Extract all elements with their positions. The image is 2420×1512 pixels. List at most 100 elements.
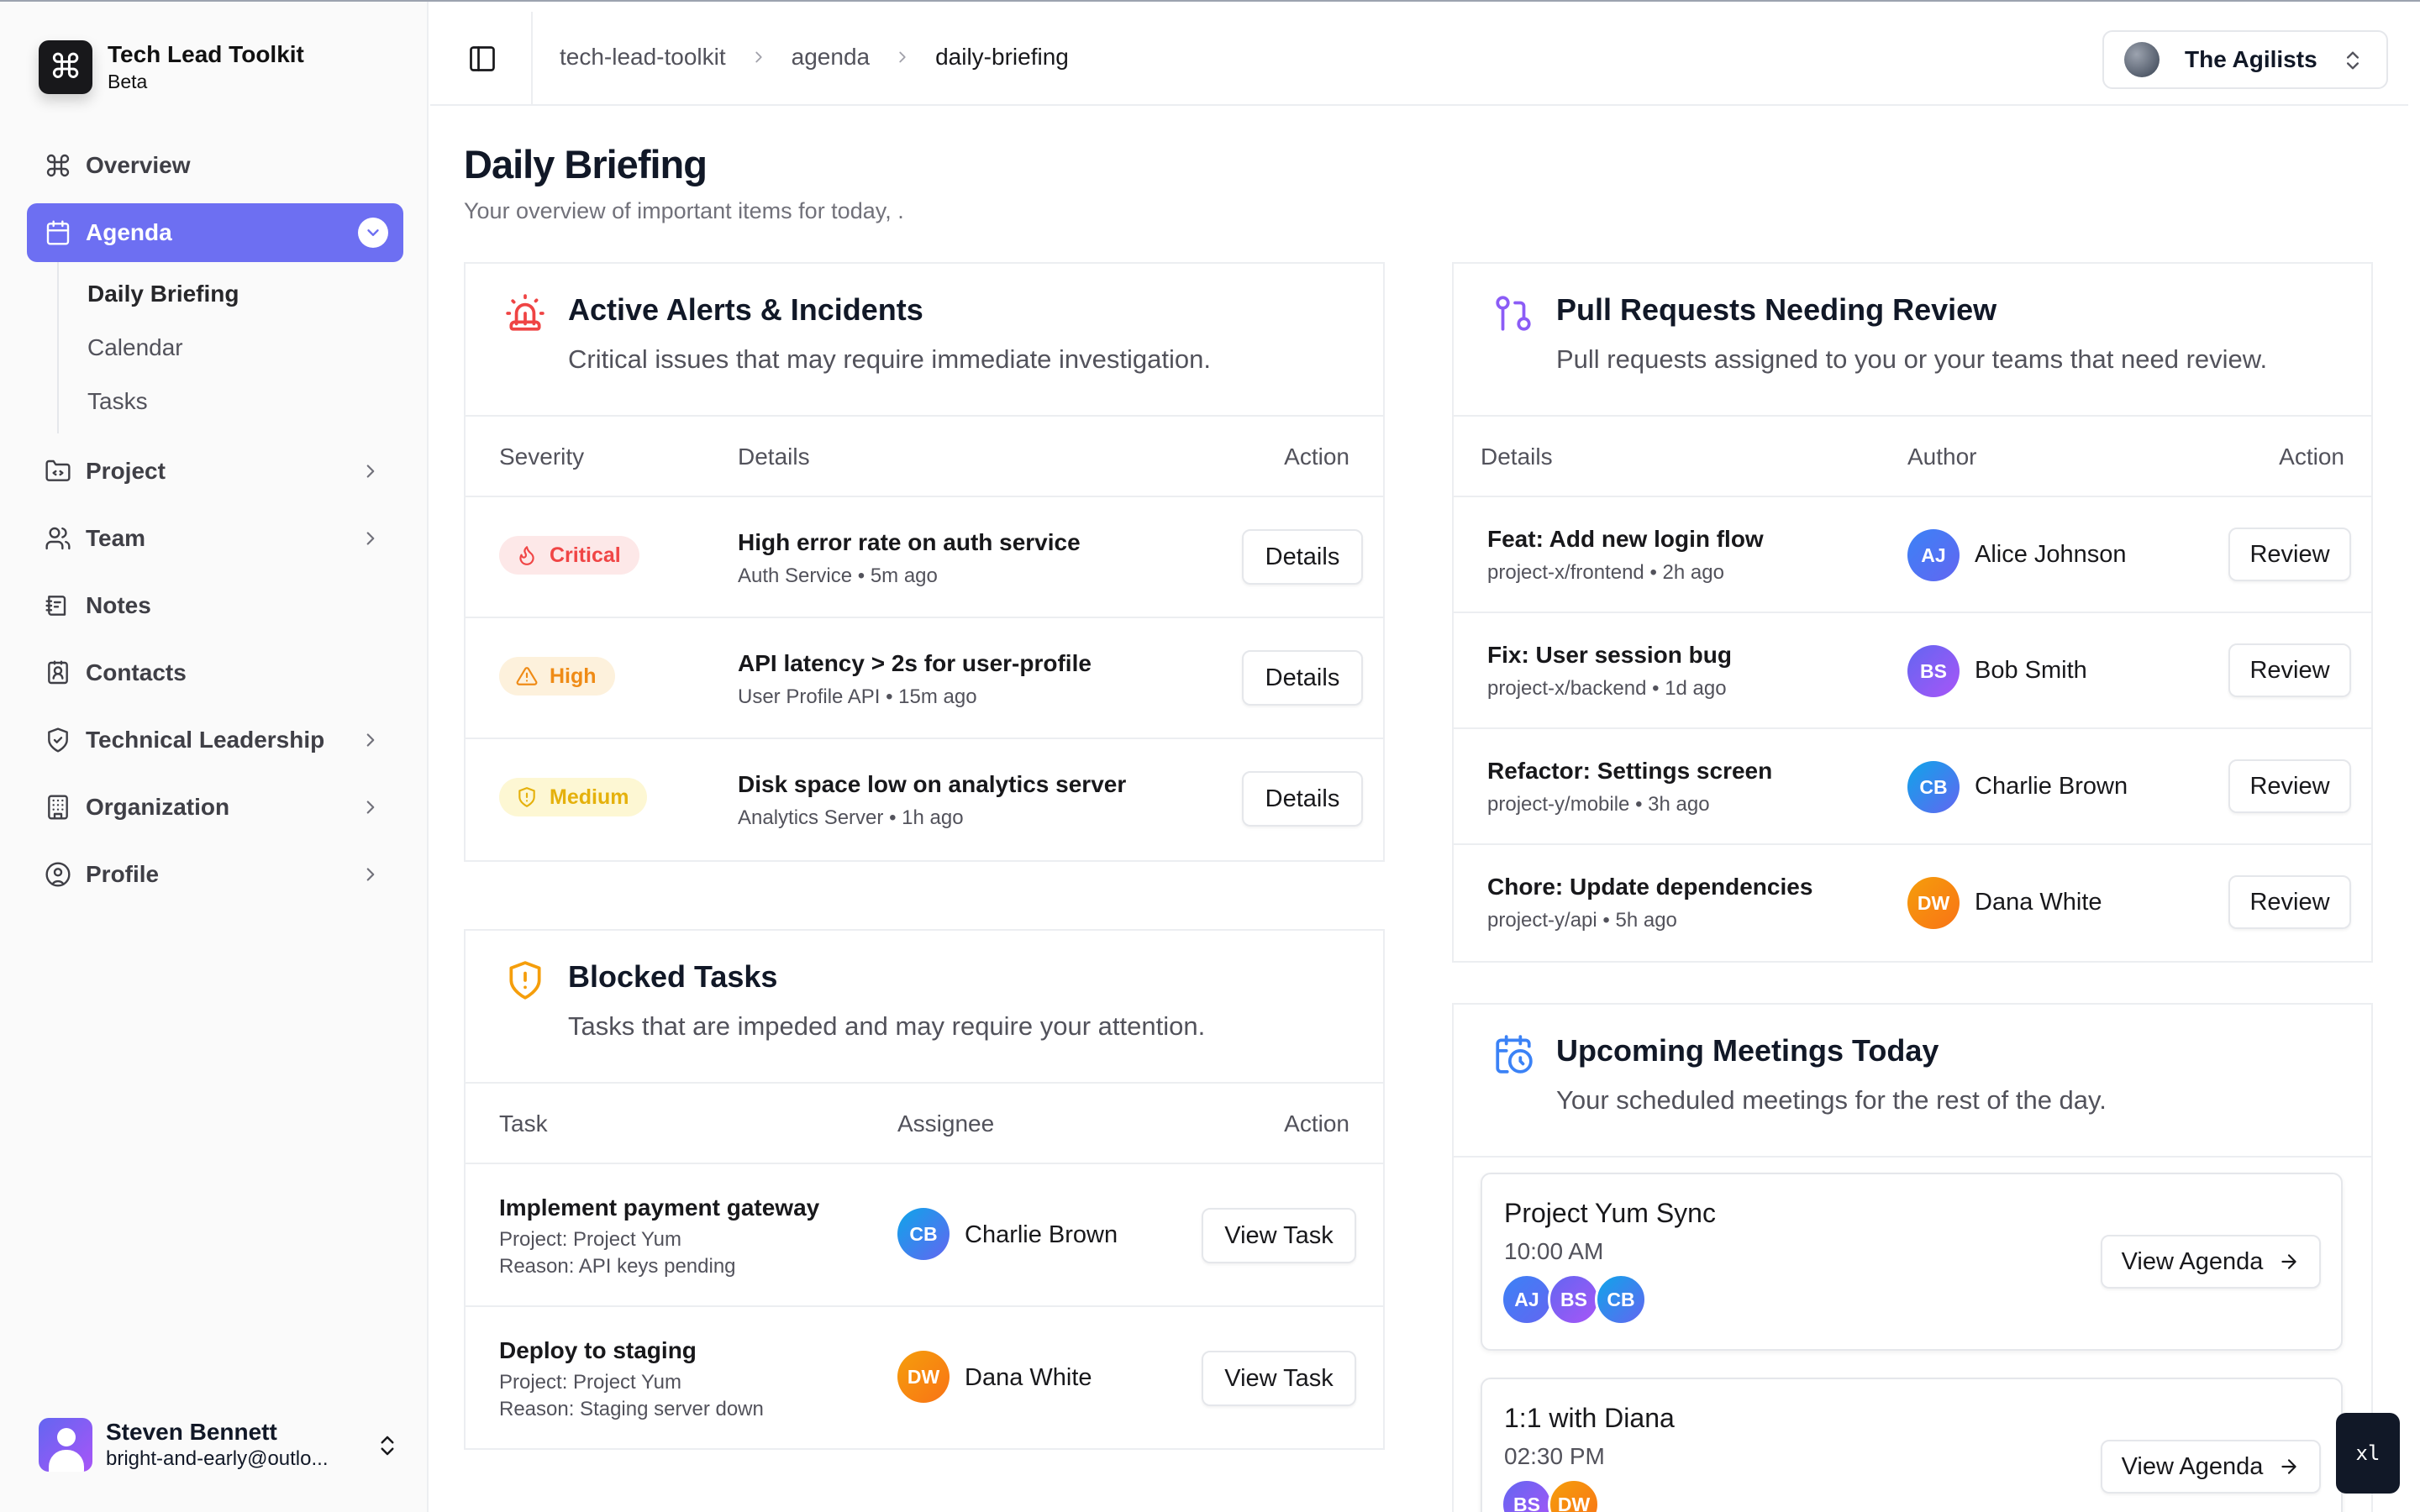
warning-triangle-icon (516, 667, 538, 685)
team-switcher[interactable]: The Agilists (2102, 30, 2388, 89)
sidebar-item-label: Project (86, 458, 166, 484)
review-button[interactable]: Review (2228, 875, 2351, 929)
siren-icon (506, 294, 544, 331)
table-row: Critical High error rate on auth service… (466, 497, 1383, 618)
table-row: High API latency > 2s for user-profile U… (466, 618, 1383, 739)
sidebar-item-contacts[interactable]: Contacts (27, 643, 403, 702)
breadcrumb-item[interactable]: agenda (792, 44, 870, 71)
avatar: CB (1907, 761, 1960, 813)
alert-title: API latency > 2s for user-profile (738, 650, 1092, 676)
alert-meta: Auth Service • 5m ago (738, 564, 938, 587)
alerts-title: Active Alerts & Incidents (568, 292, 923, 327)
chevron-right-icon (755, 51, 762, 63)
team-name: The Agilists (2185, 46, 2317, 72)
chevron-down-icon[interactable] (358, 218, 388, 248)
app-window: ⌘ Tech Lead Toolkit Beta Overview Agenda (0, 0, 2420, 1512)
brand[interactable]: ⌘ Tech Lead Toolkit Beta (39, 40, 304, 94)
view-task-button[interactable]: View Task (1202, 1208, 1356, 1263)
table-row: Implement payment gateway Project: Proje… (466, 1164, 1383, 1307)
severity-badge-medium: Medium (499, 778, 648, 816)
alert-meta: Analytics Server • 1h ago (738, 806, 964, 829)
calendar-clock-icon (1496, 1035, 1533, 1074)
contact-card-icon (44, 659, 72, 687)
view-agenda-button[interactable]: View Agenda (2101, 1440, 2321, 1494)
top-header: tech-lead-toolkit agenda daily-briefing … (430, 12, 2408, 106)
team-avatar (2124, 42, 2160, 77)
meetings-description: Your scheduled meetings for the rest of … (1556, 1085, 2107, 1115)
subnav-item-calendar[interactable]: Calendar (87, 321, 403, 375)
breadcrumb-current: daily-briefing (935, 44, 1069, 70)
details-button[interactable]: Details (1242, 650, 1363, 706)
avatar: DW (897, 1351, 950, 1403)
alert-meta: User Profile API • 15m ago (738, 685, 977, 708)
task-title: Deploy to staging (499, 1337, 697, 1363)
task-title: Implement payment gateway (499, 1194, 820, 1221)
avatar: BS (1907, 645, 1960, 697)
sidebar-item-label: Overview (86, 152, 191, 178)
page-title: Daily Briefing (464, 142, 708, 186)
alerts-card: Active Alerts & Incidents Critical issue… (464, 262, 1385, 862)
sidebar-item-notes[interactable]: Notes (27, 576, 403, 635)
author-name: Bob Smith (1975, 657, 2087, 684)
subnav-item-tasks[interactable]: Tasks (87, 375, 403, 428)
review-button[interactable]: Review (2228, 643, 2351, 697)
review-button[interactable]: Review (2228, 528, 2351, 581)
author-name: Alice Johnson (1975, 541, 2127, 568)
pull-requests-card: Pull Requests Needing Review Pull reques… (1452, 262, 2373, 963)
user-name: Steven Bennett (106, 1419, 277, 1445)
task-project: Project: Project Yum (499, 1228, 681, 1251)
sidebar-toggle-icon[interactable] (467, 44, 497, 74)
pr-meta: project-y/mobile • 3h ago (1487, 793, 1710, 816)
details-button[interactable]: Details (1242, 529, 1363, 585)
severity-badge-high: High (499, 657, 615, 696)
avatar (39, 1418, 92, 1472)
pr-title: Fix: User session bug (1487, 642, 1732, 668)
avatar: AJ (1907, 529, 1960, 581)
app-title: Tech Lead Toolkit (108, 41, 304, 67)
chevron-right-icon (899, 51, 906, 63)
sidebar-item-label: Agenda (86, 219, 172, 245)
details-button[interactable]: Details (1242, 771, 1363, 827)
alerts-description: Critical issues that may require immedia… (568, 344, 1211, 374)
user-menu[interactable]: Steven Bennett bright-and-early@outlo... (39, 1418, 400, 1472)
chevron-right-icon (366, 733, 375, 747)
sidebar-item-overview[interactable]: Overview (27, 136, 403, 195)
meetings-title: Upcoming Meetings Today (1556, 1033, 1939, 1068)
column-header: Author (1907, 444, 1977, 470)
sidebar-item-technical-leadership[interactable]: Technical Leadership (27, 711, 403, 769)
table-row: Feat: Add new login flow project-x/front… (1454, 497, 2371, 613)
prs-table-header: Details Author Action (1454, 417, 2371, 497)
breadcrumb-item[interactable]: tech-lead-toolkit (560, 44, 726, 71)
pr-meta: project-x/backend • 1d ago (1487, 677, 1727, 700)
chevrons-up-down-icon (2347, 51, 2359, 70)
sidebar-item-agenda[interactable]: Agenda (27, 203, 403, 262)
blocked-tasks-card: Blocked Tasks Tasks that are impeded and… (464, 929, 1385, 1450)
view-task-button[interactable]: View Task (1202, 1351, 1356, 1406)
view-agenda-button[interactable]: View Agenda (2101, 1235, 2321, 1289)
table-row: Chore: Update dependencies project-y/api… (1454, 845, 2371, 961)
alert-title: High error rate on auth service (738, 529, 1081, 555)
sidebar-item-organization[interactable]: Organization (27, 778, 403, 837)
table-row: Fix: User session bug project-x/backend … (1454, 613, 2371, 729)
breakpoint-indicator[interactable]: xl (2336, 1413, 2400, 1494)
sidebar-item-team[interactable]: Team (27, 509, 403, 568)
sidebar-item-project[interactable]: Project (27, 442, 403, 501)
blocked-table-header: Task Assignee Action (466, 1084, 1383, 1164)
chevron-right-icon (366, 801, 375, 814)
review-button[interactable]: Review (2228, 759, 2351, 813)
sidebar: ⌘ Tech Lead Toolkit Beta Overview Agenda (0, 2, 429, 1512)
attendee-avatar: BS (1501, 1478, 1553, 1512)
alert-title: Disk space low on analytics server (738, 771, 1127, 797)
pr-title: Refactor: Settings screen (1487, 758, 1773, 784)
chevron-right-icon (366, 868, 375, 881)
folder-icon (44, 457, 72, 486)
agenda-subnav: Daily Briefing Calendar Tasks (57, 262, 403, 433)
subnav-item-daily-briefing[interactable]: Daily Briefing (87, 267, 403, 321)
pr-title: Chore: Update dependencies (1487, 874, 1813, 900)
sidebar-item-profile[interactable]: Profile (27, 845, 403, 904)
page-subtitle: Your overview of important items for tod… (464, 198, 904, 223)
task-reason: Reason: Staging server down (499, 1398, 764, 1420)
column-header: Action (2279, 444, 2344, 470)
table-row: Refactor: Settings screen project-y/mobi… (1454, 729, 2371, 845)
severity-badge-critical: Critical (499, 536, 639, 575)
